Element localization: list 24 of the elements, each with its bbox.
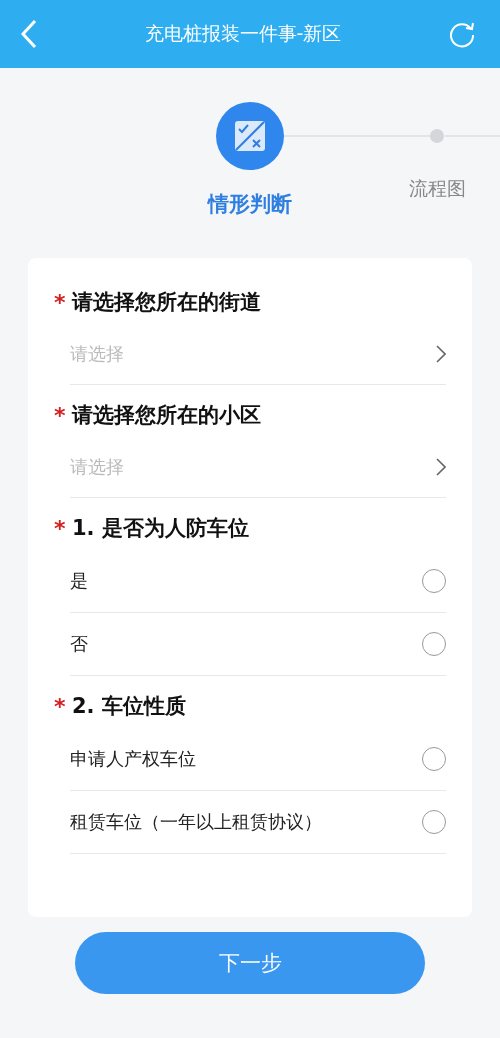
question-label: 2. 车位性质 — [72, 693, 186, 720]
step-label[interactable]: 情形判断 — [208, 190, 292, 218]
chevron-icon — [436, 345, 446, 363]
step-label[interactable]: 流程图 — [408, 176, 466, 202]
select-field[interactable]: 请选择 — [70, 324, 446, 385]
required-mark: * — [54, 402, 67, 428]
page-title: 充电桩报装一件事-新区 — [144, 21, 342, 46]
option-label[interactable]: 是 — [70, 569, 88, 593]
step-dot[interactable] — [430, 129, 444, 143]
required-mark: * — [54, 693, 67, 719]
question-label: 请选择您所在的小区 — [72, 402, 261, 429]
back-icon[interactable] — [20, 19, 38, 49]
refresh-icon[interactable] — [448, 20, 476, 48]
option-label[interactable]: 申请人产权车位 — [70, 747, 196, 771]
required-mark: * — [54, 515, 67, 541]
question-label: 1. 是否为人防车位 — [72, 515, 249, 542]
select-field[interactable]: 请选择 — [70, 437, 446, 498]
next-button[interactable]: 下一步 — [75, 932, 425, 994]
option-label[interactable]: 否 — [70, 632, 88, 656]
option-label[interactable]: 租赁车位（一年以上租赁协议） — [70, 810, 322, 834]
required-mark: * — [54, 289, 67, 315]
checklist-icon — [234, 120, 266, 152]
chevron-icon — [436, 458, 446, 476]
question-label: 请选择您所在的街道 — [72, 289, 261, 316]
